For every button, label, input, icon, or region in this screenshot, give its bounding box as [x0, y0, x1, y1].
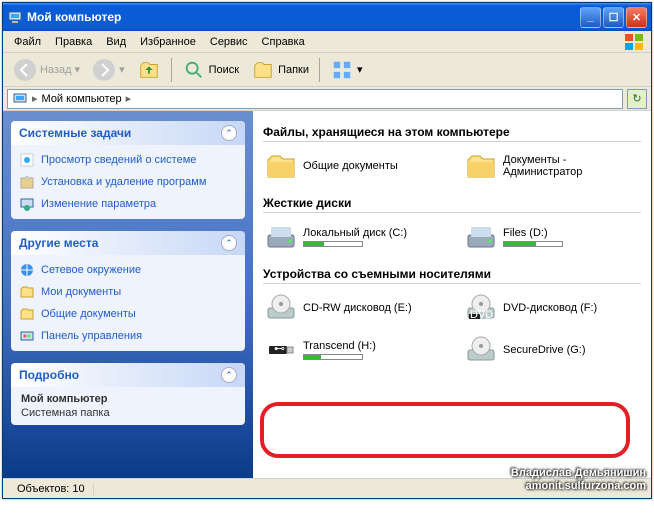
- collapse-icon: ⌃: [221, 235, 237, 251]
- folder-up-icon: [137, 58, 161, 82]
- drive-g-securedrive[interactable]: SecureDrive (G:): [463, 332, 633, 368]
- status-bar: Объектов: 10: [3, 478, 651, 498]
- dropdown-icon: ▾: [119, 63, 125, 76]
- maximize-button[interactable]: ☐: [603, 7, 624, 28]
- listing-pane[interactable]: Файлы, хранящиеся на этом компьютере Общ…: [253, 111, 651, 478]
- toolbar: Назад ▾ ▾ Поиск Папки ▾: [3, 53, 651, 87]
- menu-file[interactable]: Файл: [7, 34, 48, 50]
- windows-logo-icon: [623, 32, 647, 52]
- views-button[interactable]: ▾: [326, 56, 367, 84]
- programs-icon: [19, 174, 35, 190]
- network-icon: [19, 262, 35, 278]
- forward-button[interactable]: ▾: [88, 56, 129, 84]
- folder-admin-docs[interactable]: Документы - Администратор: [463, 148, 633, 184]
- section-header-disks: Жесткие диски: [263, 192, 641, 213]
- place-network[interactable]: Сетевое окружение: [19, 261, 237, 279]
- folder-icon: [465, 150, 497, 182]
- content-area: Системные задачи ⌃ Просмотр сведений о с…: [3, 111, 651, 478]
- minimize-button[interactable]: _: [580, 7, 601, 28]
- details-type: Системная папка: [21, 407, 235, 419]
- search-button[interactable]: Поиск: [178, 56, 243, 84]
- my-computer-icon: [12, 91, 28, 107]
- separator: [171, 58, 172, 82]
- dropdown-icon: ▾: [357, 63, 363, 76]
- dropdown-icon: ▾: [75, 63, 81, 76]
- svg-text:⊷: ⊷: [274, 343, 285, 355]
- separator: [319, 58, 320, 82]
- place-control-panel[interactable]: Панель управления: [19, 327, 237, 345]
- refresh-button[interactable]: ↻: [627, 89, 647, 109]
- panel-header[interactable]: Подробно ⌃: [11, 363, 245, 387]
- address-segment[interactable]: Мой компьютер: [42, 93, 122, 105]
- usb-drive-icon: ⊷: [265, 334, 297, 366]
- capacity-bar: [303, 241, 363, 247]
- explorer-window: Мой компьютер _ ☐ ✕ Файл Правка Вид Избр…: [2, 2, 652, 499]
- my-computer-icon: [7, 9, 23, 25]
- panel-header[interactable]: Системные задачи ⌃: [11, 121, 245, 145]
- menu-edit[interactable]: Правка: [48, 34, 99, 50]
- back-icon: [13, 58, 37, 82]
- section-header-removable: Устройства со съемными носителями: [263, 263, 641, 284]
- task-system-info[interactable]: Просмотр сведений о системе: [19, 151, 237, 169]
- panel-header[interactable]: Другие места ⌃: [11, 231, 245, 255]
- folder-icon: [19, 306, 35, 322]
- titlebar[interactable]: Мой компьютер _ ☐ ✕: [3, 3, 651, 31]
- section-header-files: Файлы, хранящиеся на этом компьютере: [263, 121, 641, 142]
- close-button[interactable]: ✕: [626, 7, 647, 28]
- window-title: Мой компьютер: [27, 10, 580, 24]
- chevron-icon: ▸: [32, 92, 38, 105]
- other-places-panel: Другие места ⌃ Сетевое окружение Мои док…: [11, 231, 245, 351]
- place-my-docs[interactable]: Мои документы: [19, 283, 237, 301]
- details-name: Мой компьютер: [21, 393, 235, 405]
- place-shared-docs[interactable]: Общие документы: [19, 305, 237, 323]
- control-panel-icon: [19, 328, 35, 344]
- removable-drive-icon: [465, 334, 497, 366]
- svg-text:DVD: DVD: [470, 309, 493, 321]
- address-field[interactable]: ▸ Мой компьютер ▸: [7, 89, 623, 109]
- up-button[interactable]: [133, 56, 165, 84]
- search-icon: [182, 58, 206, 82]
- menubar: Файл Правка Вид Избранное Сервис Справка: [3, 31, 651, 53]
- hard-drive-icon: [465, 221, 497, 253]
- folder-icon: [265, 150, 297, 182]
- menu-help[interactable]: Справка: [255, 34, 312, 50]
- menu-tools[interactable]: Сервис: [203, 34, 255, 50]
- drive-h-transcend[interactable]: ⊷ Transcend (H:): [263, 332, 433, 368]
- folder-shared-docs[interactable]: Общие документы: [263, 148, 433, 184]
- system-tasks-panel: Системные задачи ⌃ Просмотр сведений о с…: [11, 121, 245, 219]
- cd-drive-icon: [265, 292, 297, 324]
- address-bar: ▸ Мой компьютер ▸ ↻: [3, 87, 651, 111]
- menu-favorites[interactable]: Избранное: [133, 34, 203, 50]
- folder-icon: [19, 284, 35, 300]
- settings-icon: [19, 196, 35, 212]
- menu-view[interactable]: Вид: [99, 34, 133, 50]
- tasks-pane: Системные задачи ⌃ Просмотр сведений о с…: [3, 111, 253, 478]
- folders-icon: [251, 58, 275, 82]
- folders-button[interactable]: Папки: [247, 56, 313, 84]
- task-add-remove[interactable]: Установка и удаление программ: [19, 173, 237, 191]
- back-button[interactable]: Назад ▾: [9, 56, 84, 84]
- task-change-setting[interactable]: Изменение параметра: [19, 195, 237, 213]
- collapse-icon: ⌃: [221, 125, 237, 141]
- drive-d[interactable]: Files (D:): [463, 219, 633, 255]
- drive-f-dvd[interactable]: DVD DVD-дисковод (F:): [463, 290, 633, 326]
- drive-c[interactable]: Локальный диск (C:): [263, 219, 433, 255]
- details-panel: Подробно ⌃ Мой компьютер Системная папка: [11, 363, 245, 425]
- capacity-bar: [303, 354, 363, 360]
- hard-drive-icon: [265, 221, 297, 253]
- status-objects: Объектов: 10: [9, 483, 94, 495]
- collapse-icon: ⌃: [221, 367, 237, 383]
- chevron-icon: ▸: [126, 92, 132, 105]
- views-icon: [330, 58, 354, 82]
- capacity-bar: [503, 241, 563, 247]
- info-icon: [19, 152, 35, 168]
- forward-icon: [92, 58, 116, 82]
- drive-e-cdrw[interactable]: CD-RW дисковод (E:): [263, 290, 433, 326]
- dvd-drive-icon: DVD: [465, 292, 497, 324]
